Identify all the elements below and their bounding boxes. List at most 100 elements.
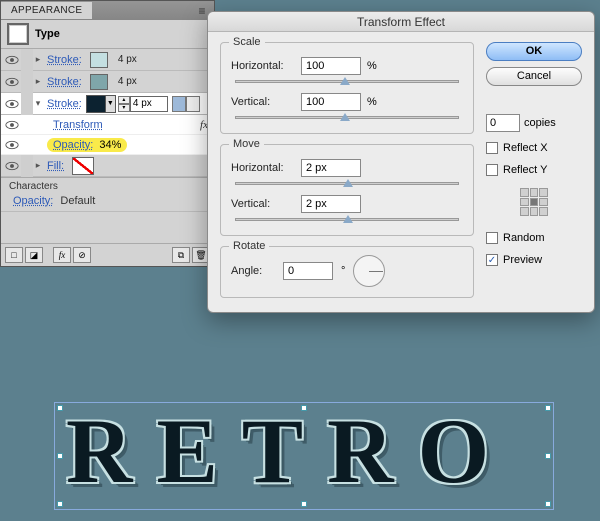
- retro-text: RETRO: [66, 398, 513, 504]
- move-h-input[interactable]: [301, 159, 361, 177]
- scale-legend: Scale: [229, 36, 265, 48]
- fill-label[interactable]: Fill:: [43, 160, 68, 172]
- new-fill-button[interactable]: ◪: [25, 247, 43, 263]
- drag-handle[interactable]: [21, 49, 33, 71]
- handle-bot-left[interactable]: [57, 501, 63, 507]
- scale-unit: %: [367, 60, 377, 72]
- move-v-slider[interactable]: [235, 215, 459, 225]
- rotate-group: Rotate Angle: °: [220, 246, 474, 298]
- opacity-row[interactable]: Opacity: 34%: [1, 135, 214, 155]
- angle-input[interactable]: [283, 262, 333, 280]
- drag-handle[interactable]: [21, 155, 33, 177]
- handle-top-left[interactable]: [57, 405, 63, 411]
- handle-mid-right[interactable]: [545, 453, 551, 459]
- reference-point-grid[interactable]: [520, 188, 548, 216]
- opacity-label[interactable]: Opacity:: [13, 195, 53, 207]
- step-down-icon[interactable]: ▾: [118, 104, 130, 112]
- scale-v-input[interactable]: [301, 93, 361, 111]
- reflect-x-checkbox[interactable]: [486, 142, 498, 154]
- opacity-highlight: Opacity: 34%: [47, 138, 127, 152]
- handle-top-right[interactable]: [545, 405, 551, 411]
- opacity-default-value: Default: [60, 195, 95, 207]
- copies-input[interactable]: [486, 114, 520, 132]
- visibility-icon[interactable]: [3, 95, 21, 113]
- reflect-y-label: Reflect Y: [503, 164, 547, 176]
- stroke-swatch[interactable]: [90, 52, 108, 68]
- fill-swatch-none[interactable]: [72, 157, 94, 175]
- panel-tab-bar: APPEARANCE ≡: [1, 1, 214, 20]
- handle-bot-right[interactable]: [545, 501, 551, 507]
- dialog-title: Transform Effect: [208, 12, 594, 32]
- panel-spacer: [1, 212, 214, 244]
- move-legend: Move: [229, 138, 264, 150]
- transform-effect-row[interactable]: Transform fx: [1, 115, 214, 135]
- angle-unit: °: [341, 265, 345, 277]
- stroke-row-1[interactable]: ▸ Stroke: 4 px: [1, 49, 214, 71]
- visibility-icon[interactable]: [3, 116, 21, 134]
- handle-mid-left[interactable]: [57, 453, 63, 459]
- tab-appearance[interactable]: APPEARANCE: [1, 2, 92, 19]
- random-checkbox[interactable]: [486, 232, 498, 244]
- drag-handle[interactable]: [21, 93, 33, 115]
- clear-appearance-button[interactable]: ⊘: [73, 247, 91, 263]
- ok-button[interactable]: OK: [486, 42, 582, 61]
- reflect-x-label: Reflect X: [503, 142, 548, 154]
- random-label: Random: [503, 232, 545, 244]
- panel-footer: □ ◪ fx ⊘ ⧉ 🗑: [1, 244, 214, 266]
- stroke-color-dropdown[interactable]: ▼: [86, 95, 116, 113]
- transform-link[interactable]: Transform: [53, 119, 103, 131]
- expand-arrow-icon[interactable]: ▸: [33, 160, 43, 171]
- scale-unit: %: [367, 96, 377, 108]
- stroke-weight-input[interactable]: [130, 96, 168, 112]
- stroke-label[interactable]: Stroke:: [43, 76, 86, 88]
- stroke-weight: 4 px: [112, 54, 137, 65]
- opacity-label[interactable]: Opacity:: [53, 139, 93, 151]
- visibility-icon[interactable]: [3, 51, 21, 69]
- scale-v-label: Vertical:: [231, 96, 301, 108]
- visibility-icon[interactable]: [3, 73, 21, 91]
- move-group: Move Horizontal: Vertical:: [220, 144, 474, 236]
- step-up-icon[interactable]: ▴: [118, 96, 130, 104]
- expand-arrow-icon[interactable]: ▸: [33, 54, 43, 65]
- scale-h-slider[interactable]: [235, 77, 459, 87]
- expand-arrow-icon[interactable]: ▸: [33, 76, 43, 87]
- preview-checkbox[interactable]: ✓: [486, 254, 498, 266]
- drag-handle[interactable]: [21, 71, 33, 93]
- add-effect-button[interactable]: fx: [53, 247, 71, 263]
- copies-label: copies: [524, 117, 556, 129]
- characters-heading: Characters: [9, 181, 206, 192]
- angle-dial[interactable]: [353, 255, 385, 287]
- fill-row[interactable]: ▸ Fill:: [1, 155, 214, 177]
- move-h-slider[interactable]: [235, 179, 459, 189]
- move-v-input[interactable]: [301, 195, 361, 213]
- stroke-row-3-active[interactable]: ▾ Stroke: ▼ ▴▾: [1, 93, 214, 115]
- cancel-button[interactable]: Cancel: [486, 67, 582, 86]
- opacity-default-row[interactable]: Opacity: Default: [9, 195, 206, 207]
- type-label: Type: [35, 28, 60, 40]
- scale-group: Scale Horizontal: % Vertical: %: [220, 42, 474, 134]
- appearance-panel: APPEARANCE ≡ Type ▸ Stroke: 4 px ▸ Strok…: [0, 0, 215, 267]
- scale-h-input[interactable]: [301, 57, 361, 75]
- stroke-swatch[interactable]: [90, 74, 108, 90]
- visibility-icon[interactable]: [3, 157, 21, 175]
- scale-h-label: Horizontal:: [231, 60, 301, 72]
- collapse-arrow-icon[interactable]: ▾: [33, 98, 43, 109]
- rotate-legend: Rotate: [229, 240, 269, 252]
- angle-label: Angle:: [231, 265, 275, 277]
- artwork-selection[interactable]: RETRO: [60, 408, 548, 504]
- stroke-row-2[interactable]: ▸ Stroke: 4 px: [1, 71, 214, 93]
- scale-v-slider[interactable]: [235, 113, 459, 123]
- move-h-label: Horizontal:: [231, 162, 301, 174]
- duplicate-button[interactable]: ⧉: [172, 247, 190, 263]
- transform-effect-dialog: Transform Effect Scale Horizontal: % Ver…: [207, 11, 595, 313]
- stroke-label[interactable]: Stroke:: [43, 54, 86, 66]
- type-header: Type: [1, 20, 214, 49]
- preview-label: Preview: [503, 254, 542, 266]
- stroke-cap-buttons[interactable]: [172, 96, 200, 112]
- object-swatch[interactable]: [7, 23, 29, 45]
- stroke-weight: 4 px: [112, 76, 137, 87]
- new-stroke-button[interactable]: □: [5, 247, 23, 263]
- reflect-y-checkbox[interactable]: [486, 164, 498, 176]
- visibility-icon[interactable]: [3, 136, 21, 154]
- stroke-label[interactable]: Stroke:: [43, 98, 86, 110]
